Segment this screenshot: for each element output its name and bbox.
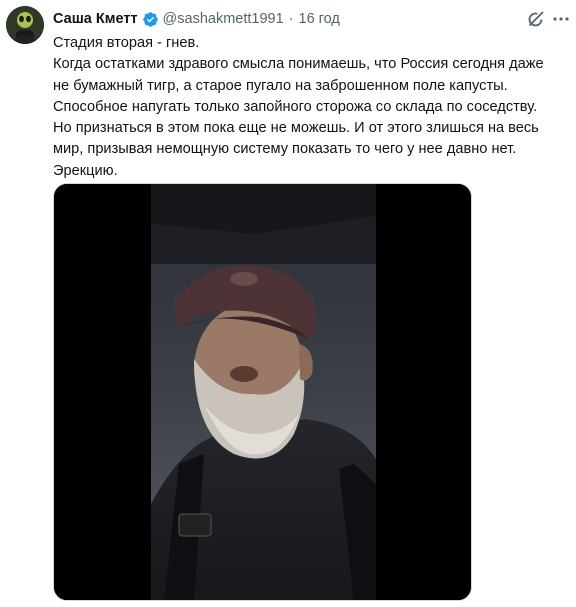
tweet-text-line: Способное напугать только запойного стор… <box>53 98 538 115</box>
tweet-text-line: Эрекцию. <box>53 162 118 179</box>
author-handle[interactable]: @sashakmett1991 <box>163 11 284 27</box>
grok-icon[interactable] <box>526 9 546 29</box>
tweet-text-line: Когда остатками здравого смысла понимаеш… <box>53 56 544 73</box>
tweet-text: Стадия вторая - гнев. Когда остатками зд… <box>53 33 568 182</box>
tweet-header: Саша Кметт @sashakmett1991 · 16 год <box>53 9 340 29</box>
video-media[interactable] <box>53 183 472 601</box>
more-options-icon[interactable] <box>552 11 570 27</box>
tweet-text-line: мир, призывая немощную систему показать … <box>53 141 517 158</box>
tweet-text-line: Стадия вторая - гнев. <box>53 35 200 51</box>
separator-dot: · <box>288 11 294 27</box>
avatar[interactable] <box>6 6 44 44</box>
tweet-text-line: не бумажный тигр, а старое пугало на заб… <box>53 77 508 94</box>
tweet-text-line: Но признаться в этом пока еще не можешь.… <box>53 120 539 137</box>
video-frame <box>54 184 471 600</box>
verified-badge-icon <box>142 11 159 28</box>
author-name[interactable]: Саша Кметт <box>53 11 138 27</box>
tweet-card: Саша Кметт @sashakmett1991 · 16 год Стад… <box>0 0 576 607</box>
timestamp[interactable]: 16 год <box>299 11 340 27</box>
